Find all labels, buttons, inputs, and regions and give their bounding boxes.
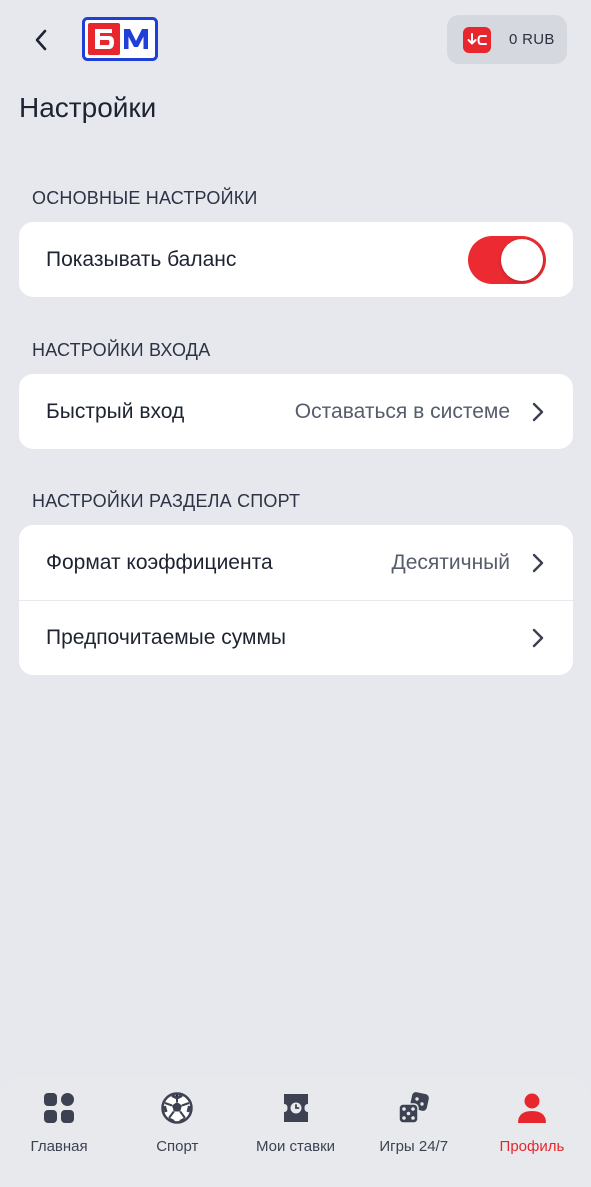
tab-profile[interactable]: Профиль [473,1076,591,1187]
grid-icon [42,1091,76,1125]
tab-home[interactable]: Главная [0,1076,118,1187]
odds-format-row[interactable]: Формат коэффициента Десятичный [19,525,573,600]
balance-button[interactable]: 0 RUB [447,15,567,64]
person-icon [515,1091,549,1125]
tab-my-bets-label: Мои ставки [256,1138,336,1155]
tab-sport[interactable]: Спорт [118,1076,236,1187]
quick-login-value: Оставаться в системе [294,399,510,423]
chevron-right-icon [530,553,546,573]
tab-games[interactable]: Игры 24/7 [355,1076,473,1187]
wallet-icon [463,26,491,53]
logo[interactable] [82,17,158,61]
section-title-main: ОСНОВНЫЕ НАСТРОЙКИ [32,188,258,208]
odds-format-value: Десятичный [391,550,510,574]
quick-login-label: Быстрый вход [46,399,185,423]
top-bar: 0 RUB [0,0,591,80]
bottom-tab-bar: Главная Спорт Мои ставки Игры 24/7 Профи… [0,1076,591,1187]
show-balance-toggle[interactable] [468,236,546,284]
back-button[interactable] [26,24,56,56]
section-title-login: НАСТРОЙКИ ВХОДА [32,340,211,360]
tab-games-label: Игры 24/7 [379,1138,449,1155]
settings-card-sport: Формат коэффициента Десятичный Предпочит… [19,525,573,675]
odds-format-label: Формат коэффициента [46,550,273,574]
settings-card-main: Показывать баланс [19,222,573,297]
preferred-amounts-row[interactable]: Предпочитаемые суммы [19,600,573,675]
tab-sport-label: Спорт [156,1138,199,1155]
quick-login-row[interactable]: Быстрый вход Оставаться в системе [19,374,573,449]
page-title: Настройки [19,92,157,123]
show-balance-row: Показывать баланс [19,222,573,297]
settings-card-login: Быстрый вход Оставаться в системе [19,374,573,449]
balance-amount: 0 RUB [509,31,555,48]
tab-home-label: Главная [30,1138,88,1155]
chevron-right-icon [530,628,546,648]
tab-profile-label: Профиль [499,1138,565,1155]
toggle-knob [501,239,543,281]
dice-icon [397,1091,431,1125]
preferred-amounts-label: Предпочитаемые суммы [46,626,287,649]
tab-my-bets[interactable]: Мои ставки [236,1076,354,1187]
section-title-sport: НАСТРОЙКИ РАЗДЕЛА СПОРТ [32,491,301,511]
chevron-right-icon [530,402,546,422]
soccer-ball-icon [160,1091,194,1125]
ticket-icon [279,1091,313,1125]
chevron-left-icon [35,29,47,51]
